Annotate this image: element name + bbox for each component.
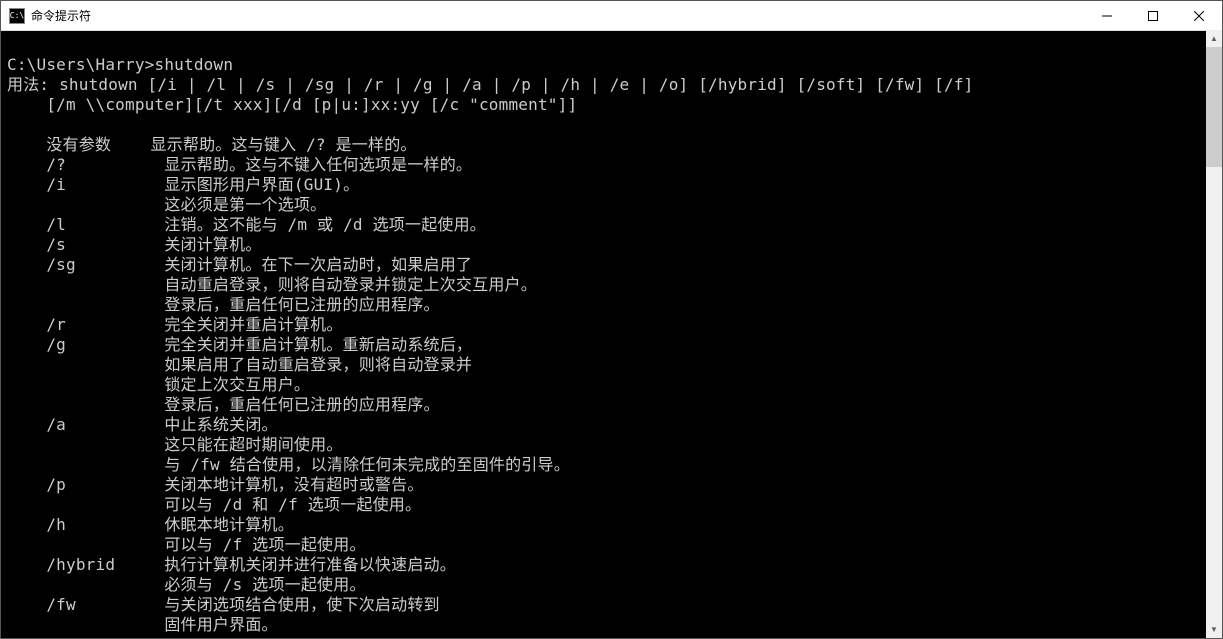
- window-controls: [1084, 1, 1222, 30]
- minimize-icon: [1102, 11, 1112, 21]
- close-button[interactable]: [1176, 1, 1222, 30]
- scrollbar-thumb[interactable]: [1206, 47, 1222, 167]
- minimize-button[interactable]: [1084, 1, 1130, 30]
- maximize-button[interactable]: [1130, 1, 1176, 30]
- scroll-down-arrow[interactable]: ▼: [1206, 621, 1222, 638]
- titlebar: C:\ 命令提示符: [1, 1, 1222, 31]
- close-icon: [1194, 11, 1204, 21]
- scroll-up-arrow[interactable]: ▲: [1206, 30, 1222, 47]
- vertical-scrollbar[interactable]: ▲ ▼: [1206, 30, 1222, 638]
- terminal-content[interactable]: C:\Users\Harry>shutdown 用法: shutdown [/i…: [1, 31, 1222, 638]
- window-title: 命令提示符: [31, 7, 1084, 24]
- app-icon: C:\: [9, 8, 25, 24]
- scrollbar-track[interactable]: [1206, 47, 1222, 621]
- maximize-icon: [1148, 11, 1158, 21]
